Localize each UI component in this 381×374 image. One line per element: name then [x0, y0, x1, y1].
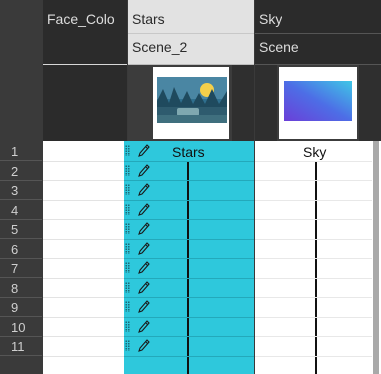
- pencil-icon[interactable]: [138, 300, 150, 314]
- frame-number[interactable]: 10: [0, 318, 42, 337]
- row-divider: [255, 336, 372, 337]
- pencil-icon[interactable]: [138, 339, 150, 353]
- row-divider: [43, 180, 127, 181]
- drag-handle-icon[interactable]: [125, 320, 130, 332]
- drag-handle-icon[interactable]: [125, 262, 130, 273]
- drag-handle-icon[interactable]: [125, 145, 130, 156]
- column-name-stars: Stars: [132, 11, 165, 27]
- pencil-icon[interactable]: [138, 222, 150, 236]
- column-header-face-colo[interactable]: Face_Colo: [43, 0, 127, 141]
- pencil-icon[interactable]: [138, 183, 150, 197]
- row-divider: [43, 258, 127, 259]
- pencil-icon[interactable]: [138, 202, 150, 217]
- row-divider: [255, 297, 372, 298]
- drag-handle-icon[interactable]: [125, 242, 130, 254]
- header-divider: [128, 33, 254, 34]
- exposure-hold-line: [315, 161, 317, 374]
- pencil-icon[interactable]: [138, 241, 150, 256]
- frame-number-column: 1 2 3 4 5 6 7 8 9 10 11: [0, 0, 42, 374]
- row-divider: [43, 316, 127, 318]
- column-name-face-colo: Face_Colo: [47, 11, 115, 27]
- row-divider: [124, 297, 254, 298]
- pencil-icon[interactable]: [138, 163, 150, 178]
- header-divider: [43, 64, 127, 65]
- row-divider: [43, 160, 127, 162]
- cell-label-stars: Stars: [172, 144, 205, 160]
- row-divider: [43, 199, 127, 201]
- row-divider: [124, 160, 254, 162]
- cell-label-sky: Sky: [303, 144, 327, 160]
- row-divider: [255, 277, 372, 279]
- drag-handle-icon[interactable]: [125, 203, 130, 215]
- row-divider: [124, 199, 254, 201]
- xsheet: 1 2 3 4 5 6 7 8 9 10 11 Face_Colo Stars Scene_2: [0, 0, 381, 374]
- row-divider: [124, 180, 254, 181]
- column-cells-stars[interactable]: Stars: [124, 141, 254, 374]
- column-cells-sky[interactable]: Sky: [255, 141, 372, 374]
- row-divider: [255, 219, 372, 220]
- frame-number[interactable]: 3: [0, 181, 42, 200]
- column-cells-face-colo[interactable]: [43, 141, 127, 374]
- row-divider: [255, 258, 372, 259]
- pencil-icon[interactable]: [138, 280, 150, 295]
- column-name-sky: Sky: [259, 11, 283, 27]
- row-divider: [124, 316, 254, 318]
- row-divider: [255, 180, 372, 181]
- drag-handle-icon[interactable]: [125, 223, 130, 234]
- scrollbar-thumb[interactable]: [373, 141, 379, 374]
- pencil-icon[interactable]: [138, 144, 150, 158]
- row-divider: [43, 238, 127, 240]
- row-divider: [124, 258, 254, 259]
- row-divider: [43, 355, 127, 357]
- exposure-hold-line: [187, 161, 189, 374]
- pencil-icon[interactable]: [138, 261, 150, 275]
- row-divider: [43, 297, 127, 298]
- row-divider: [124, 355, 254, 357]
- drag-handle-icon[interactable]: [125, 340, 130, 351]
- drag-handle-icon[interactable]: [125, 301, 130, 312]
- blue-gradient-thumbnail[interactable]: [279, 67, 357, 139]
- blue-gradient-image: [284, 81, 352, 121]
- thumbnail-well: [128, 65, 254, 141]
- row-divider: [255, 238, 372, 240]
- row-divider: [255, 199, 372, 201]
- row-divider: [255, 160, 372, 162]
- drag-handle-icon[interactable]: [125, 281, 130, 293]
- thumbnail-slot: [359, 65, 381, 141]
- night-landscape-image: [157, 77, 227, 123]
- column-header-sky[interactable]: Sky Scene: [255, 0, 381, 141]
- drag-handle-icon[interactable]: [125, 164, 130, 176]
- column-subname-stars: Scene_2: [132, 39, 188, 55]
- row-divider: [255, 355, 372, 357]
- thumbnail-slot: [255, 65, 277, 141]
- row-divider: [43, 219, 127, 220]
- row-divider: [124, 277, 254, 279]
- row-divider: [43, 277, 127, 279]
- frame-number[interactable]: 4: [0, 201, 42, 220]
- pencil-icon[interactable]: [138, 319, 150, 334]
- column-subname-sky: Scene: [259, 39, 299, 55]
- row-divider: [124, 238, 254, 240]
- frame-number[interactable]: 5: [0, 220, 42, 239]
- row-divider: [43, 336, 127, 337]
- frame-number[interactable]: 6: [0, 240, 42, 259]
- frame-number[interactable]: 2: [0, 162, 42, 181]
- column-header-stars[interactable]: Stars Scene_2: [128, 0, 254, 141]
- header-divider: [255, 33, 381, 34]
- night-landscape-thumbnail[interactable]: [153, 67, 229, 139]
- frame-number[interactable]: 9: [0, 298, 42, 317]
- row-divider: [255, 316, 372, 318]
- thumbnail-slot: [232, 65, 254, 141]
- frame-number[interactable]: 11: [0, 337, 42, 356]
- row-divider: [124, 336, 254, 337]
- drag-handle-icon[interactable]: [125, 184, 130, 195]
- frame-number[interactable]: 7: [0, 259, 42, 278]
- frame-number[interactable]: 1: [0, 142, 42, 161]
- thumbnail-well: [255, 65, 381, 141]
- column-scrollbar[interactable]: [372, 141, 381, 374]
- frame-number[interactable]: 8: [0, 279, 42, 298]
- row-divider: [124, 219, 254, 220]
